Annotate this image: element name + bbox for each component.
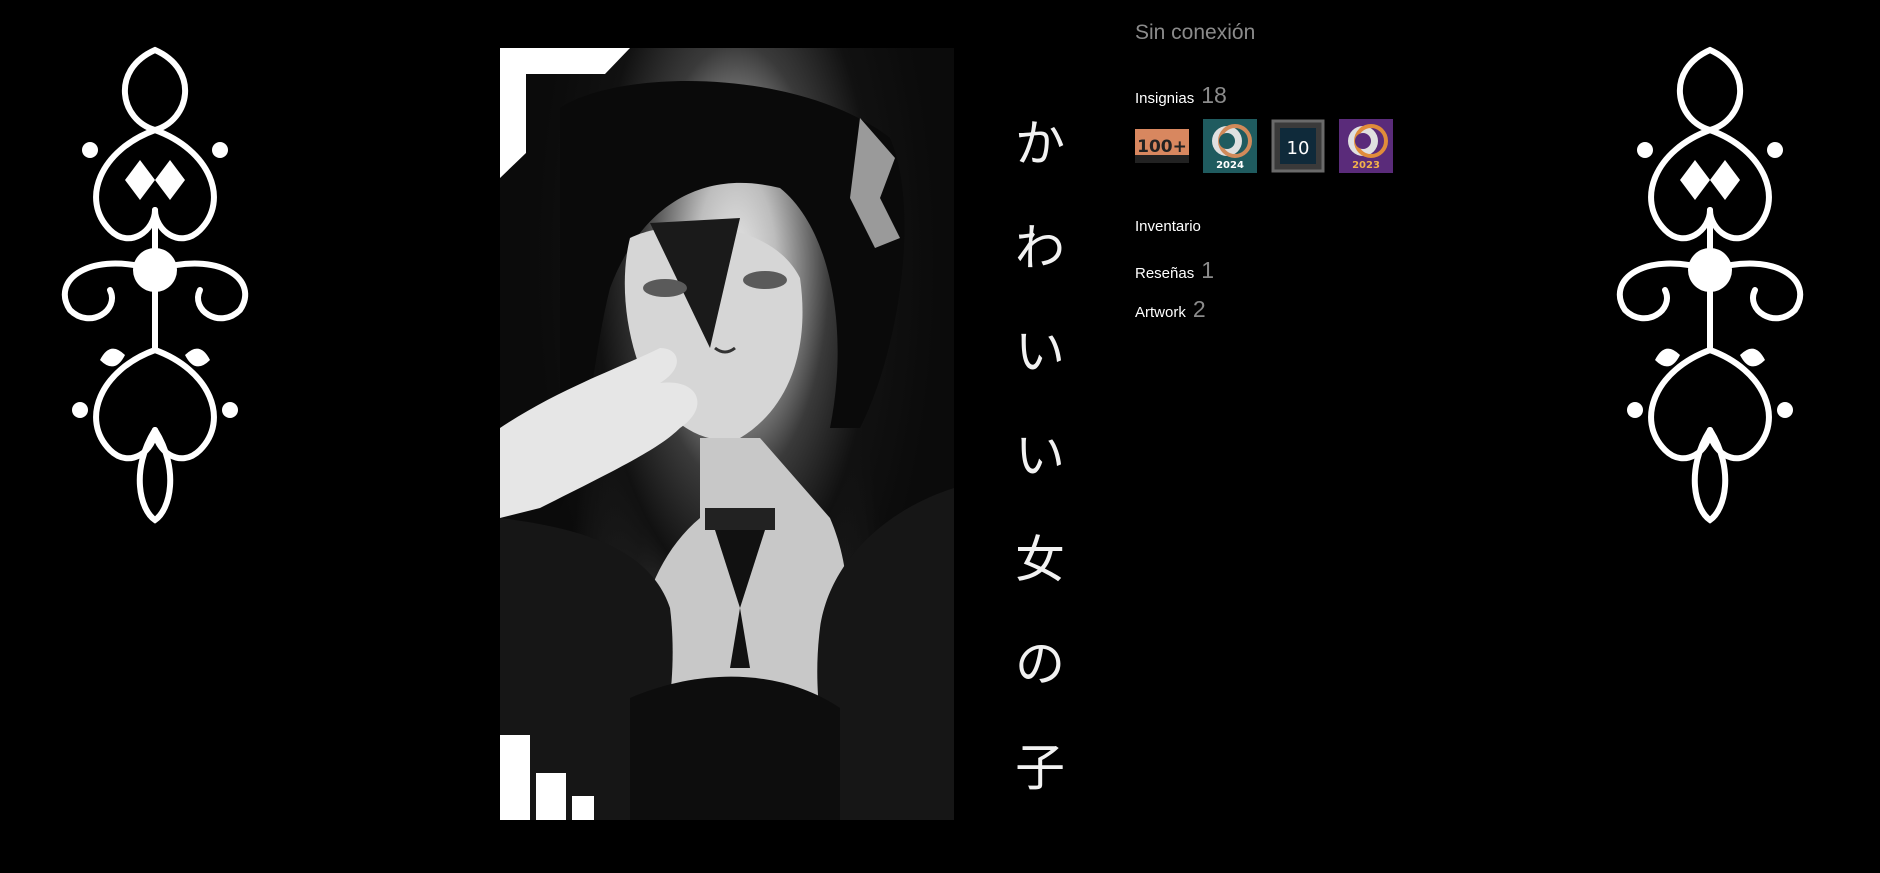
link-inventory[interactable]: Inventario — [1135, 218, 1455, 257]
steam-2024-badge-icon[interactable]: 2024 — [1203, 119, 1257, 173]
right-ornament — [1595, 30, 1825, 530]
artwork-image — [500, 48, 954, 820]
artwork-count[interactable]: 2 — [1193, 296, 1206, 323]
artwork-showcase[interactable] — [500, 48, 954, 820]
title-char: い — [1015, 427, 1065, 485]
title-char: か — [1015, 115, 1065, 173]
reviews-count[interactable]: 1 — [1201, 257, 1214, 284]
steam-2023-badge-icon[interactable]: 2023 — [1339, 119, 1393, 173]
badges-label[interactable]: Insignias — [1135, 90, 1194, 107]
profile-sidebar: Sin conexión Insignias 18 100+ 2024 10 2… — [1135, 18, 1455, 335]
showcase-vertical-title: か わ い い 女 の 子 — [1010, 92, 1070, 820]
floral-ornament-icon — [1616, 46, 1804, 524]
years-100-badge-icon[interactable]: 100+ — [1135, 119, 1189, 173]
title-char: い — [1015, 323, 1065, 381]
reviews-link[interactable]: Reseñas — [1135, 265, 1194, 282]
artwork-link[interactable]: Artwork — [1135, 304, 1186, 321]
floral-ornament-icon — [61, 46, 249, 524]
level-10-badge-icon[interactable]: 10 — [1271, 119, 1325, 173]
inventory-link[interactable]: Inventario — [1135, 218, 1201, 235]
badges-count[interactable]: 18 — [1201, 82, 1227, 109]
link-reviews[interactable]: Reseñas 1 — [1135, 257, 1455, 296]
profile-links: Inventario Reseñas 1 Artwork 2 — [1135, 218, 1455, 335]
online-status: Sin conexión — [1135, 21, 1256, 44]
badge-text: 10 — [1287, 138, 1310, 159]
link-artwork[interactable]: Artwork 2 — [1135, 296, 1455, 335]
title-char: 女 — [1015, 531, 1065, 589]
badge-text: 2024 — [1216, 160, 1244, 171]
title-char: わ — [1015, 219, 1065, 277]
title-char: 子 — [1015, 739, 1065, 797]
title-char: の — [1015, 635, 1065, 693]
badge-text: 100+ — [1137, 137, 1187, 157]
badge-text: 2023 — [1352, 160, 1380, 171]
badges-header[interactable]: Insignias 18 — [1135, 82, 1455, 114]
badges-row: 100+ 2024 10 2023 — [1135, 118, 1455, 174]
left-ornament — [40, 30, 270, 530]
